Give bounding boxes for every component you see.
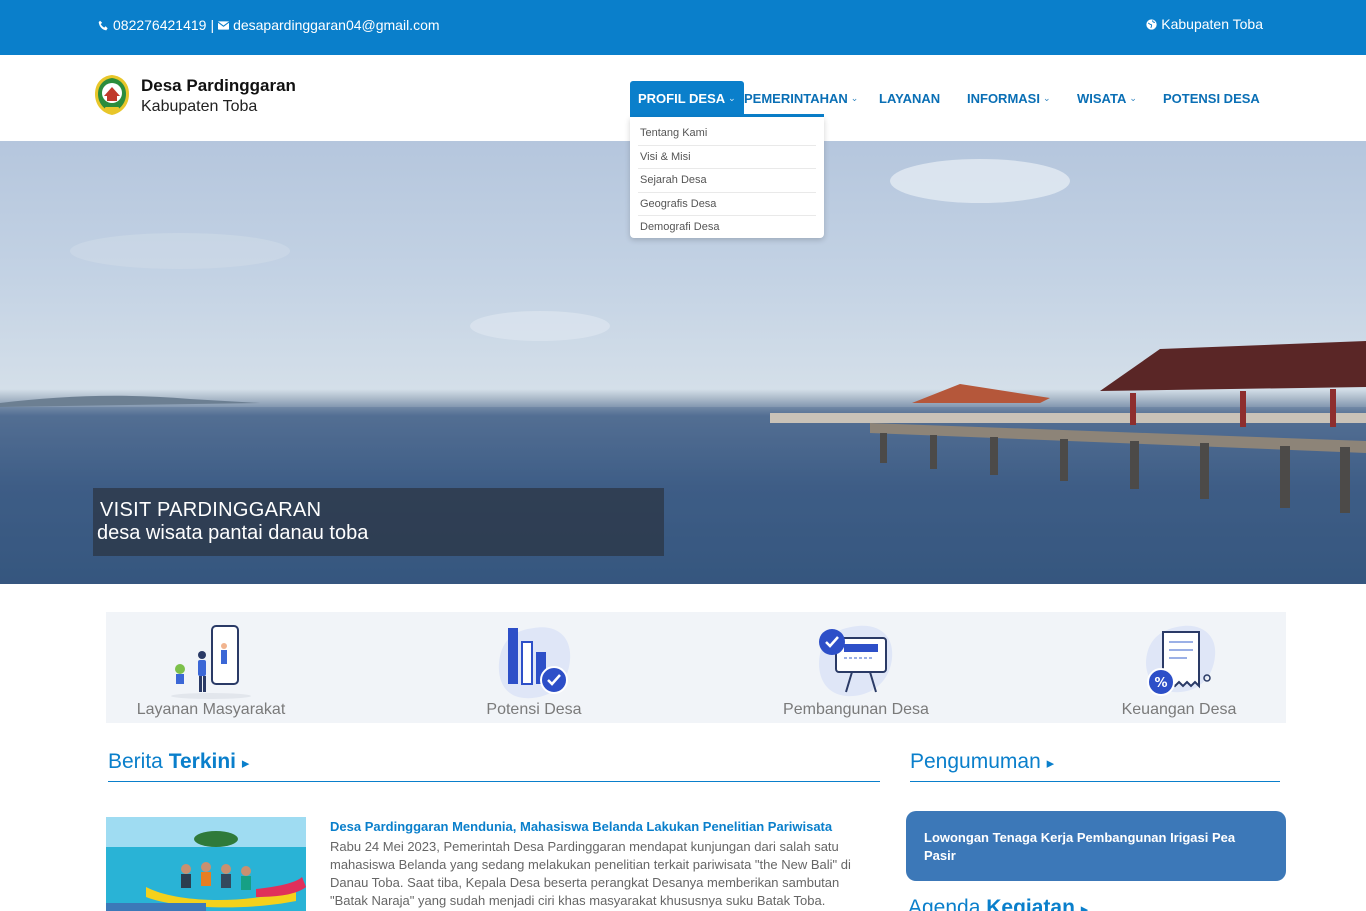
nav-informasi[interactable]: INFORMASI ⌄: [959, 81, 1059, 115]
people-phone-icon: [171, 625, 251, 699]
announcement-title-text: Pengumuman: [910, 750, 1041, 773]
dropdown-item-demografi-desa[interactable]: Demografi Desa: [638, 216, 816, 240]
feature-label: Potensi Desa: [486, 701, 582, 718]
dropdown-item-visi-misi[interactable]: Visi & Misi: [638, 146, 816, 169]
hero-caption-box: VISIT PARDINGGARAN desa wisata pantai da…: [93, 488, 664, 556]
region-link[interactable]: Kabupaten Toba: [1146, 16, 1263, 32]
caret-right-icon: ▸: [1046, 755, 1055, 772]
nav-profil-desa[interactable]: PROFIL DESA ⌄: [630, 81, 744, 115]
nav-potensi-desa[interactable]: POTENSI DESA: [1155, 81, 1268, 115]
village-emblem-logo[interactable]: [94, 74, 130, 116]
announcement-section-divider: [910, 781, 1280, 782]
feature-label: Layanan Masyarakat: [136, 701, 286, 718]
feature-layanan-masyarakat[interactable]: Layanan Masyarakat: [106, 612, 316, 723]
dropdown-item-tentang-kami[interactable]: Tentang Kami: [638, 122, 816, 146]
site-title[interactable]: Desa Pardinggaran: [141, 76, 296, 96]
nav-label: POTENSI DESA: [1163, 90, 1260, 106]
dropdown-item-geografis-desa[interactable]: Geografis Desa: [638, 193, 816, 216]
svg-text:%: %: [1154, 676, 1167, 691]
profil-desa-dropdown-menu: Tentang Kami Visi & Misi Sejarah Desa Ge…: [630, 117, 824, 238]
agenda-section-title[interactable]: Agenda Kegiatan ▸: [908, 896, 1088, 911]
email-address[interactable]: desapardinggaran04@gmail.com: [233, 17, 439, 33]
feature-keuangan-desa[interactable]: % Keuangan Desa: [1074, 612, 1284, 723]
nav-label: LAYANAN: [879, 90, 941, 106]
feature-label: Keuangan Desa: [1121, 701, 1237, 718]
nav-layanan[interactable]: LAYANAN: [871, 81, 948, 115]
presentation-board-icon: [819, 625, 893, 697]
contact-info: 082276421419 | desapardinggaran04@gmail.…: [98, 17, 440, 33]
news-title-light: Berita: [108, 750, 163, 773]
news-title-bold: Terkini: [168, 750, 236, 773]
caret-right-icon: ▸: [241, 755, 250, 772]
banana-boat-photo: [106, 817, 306, 911]
caret-right-icon: ▸: [1080, 901, 1089, 911]
receipt-percent-icon: %: [1146, 625, 1216, 696]
dropdown-item-sejarah-desa[interactable]: Sejarah Desa: [638, 169, 816, 193]
contact-separator: |: [210, 17, 215, 33]
region-label: Kabupaten Toba: [1161, 16, 1263, 32]
feature-shortcuts: Layanan Masyarakat Potensi Desa Pembangu…: [106, 612, 1286, 723]
announcement-card[interactable]: Lowongan Tenaga Kerja Pembangunan Irigas…: [906, 811, 1286, 881]
news-article-title[interactable]: Desa Pardinggaran Mendunia, Mahasiswa Be…: [330, 819, 832, 834]
news-thumbnail[interactable]: [106, 817, 306, 911]
feature-label: Pembangunan Desa: [783, 701, 929, 718]
nav-label: INFORMASI: [967, 90, 1040, 106]
agenda-title-light: Agenda: [908, 896, 981, 911]
envelope-icon: [218, 20, 230, 30]
news-article-excerpt: Rabu 24 Mei 2023, Pemerintah Desa Pardin…: [330, 839, 851, 908]
site-subtitle: Kabupaten Toba: [141, 98, 258, 115]
nav-pemerintahan[interactable]: PEMERINTAHAN ⌄: [736, 81, 866, 115]
nav-label: PEMERINTAHAN: [744, 90, 848, 106]
feature-pembangunan-desa[interactable]: Pembangunan Desa: [751, 612, 961, 723]
globe-icon: [1146, 18, 1157, 30]
feature-potensi-desa[interactable]: Potensi Desa: [429, 612, 639, 723]
top-contact-bar: 082276421419 | desapardinggaran04@gmail.…: [0, 0, 1366, 55]
hero-headline: VISIT PARDINGGARAN: [100, 499, 322, 521]
chevron-down-icon: ⌄: [1042, 92, 1051, 103]
bar-chart-check-icon: [498, 627, 571, 699]
phone-icon: [98, 20, 108, 30]
nav-wisata[interactable]: WISATA ⌄: [1069, 81, 1145, 115]
nav-label: WISATA: [1077, 90, 1127, 106]
phone-number[interactable]: 082276421419: [113, 17, 206, 33]
news-section-divider: [108, 781, 880, 782]
chevron-down-icon: ⌄: [850, 92, 859, 103]
chevron-down-icon: ⌄: [728, 92, 736, 103]
agenda-title-bold: Kegiatan: [986, 896, 1075, 911]
hero-tagline: desa wisata pantai danau toba: [97, 522, 369, 544]
chevron-down-icon: ⌄: [1129, 92, 1137, 103]
announcement-section-title[interactable]: Pengumuman ▸: [910, 750, 1054, 774]
news-section-title[interactable]: Berita Terkini ▸: [108, 750, 249, 774]
nav-label: PROFIL DESA: [638, 90, 726, 106]
announcement-item-title: Lowongan Tenaga Kerja Pembangunan Irigas…: [924, 830, 1236, 863]
